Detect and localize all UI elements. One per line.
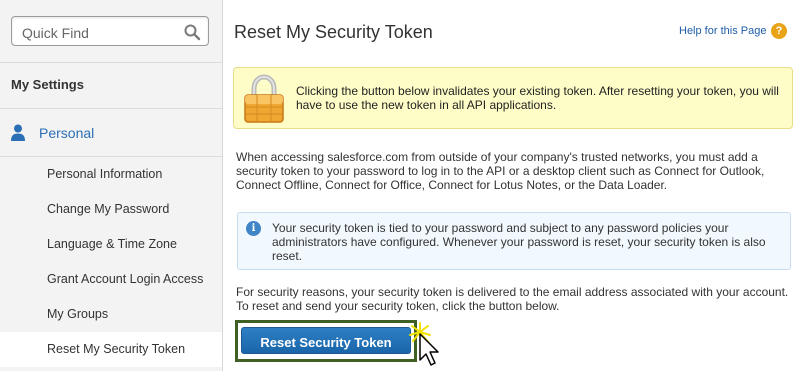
search-icon[interactable]: [183, 23, 201, 41]
button-highlight: Reset Security Token: [235, 320, 417, 362]
cursor-click-icon: [409, 322, 439, 366]
divider: [0, 108, 222, 109]
my-settings-heading: My Settings: [11, 77, 84, 92]
warning-message: Clicking the button below invalidates yo…: [233, 67, 793, 129]
sidebar-item-grant-account-login-access[interactable]: Grant Account Login Access: [0, 262, 222, 297]
person-icon: [11, 124, 25, 141]
reset-security-token-button[interactable]: Reset Security Token: [241, 327, 411, 354]
info-icon: i: [246, 221, 261, 236]
sidebar-item-personal-information[interactable]: Personal Information: [0, 157, 222, 192]
sidebar-item-my-groups[interactable]: My Groups: [0, 297, 222, 332]
lock-icon: [244, 74, 284, 123]
sidebar-item-personal[interactable]: Personal: [0, 110, 222, 156]
quick-find-box[interactable]: [11, 16, 209, 46]
sidebar-item-personal-label: Personal: [39, 125, 95, 141]
help-link[interactable]: Help for this Page: [679, 25, 766, 37]
security-token-description: When accessing salesforce.com from outsi…: [236, 150, 765, 192]
quick-find-input[interactable]: [20, 23, 184, 43]
sidebar-item-language-time-zone[interactable]: Language & Time Zone: [0, 227, 222, 262]
sidebar-item-change-my-password[interactable]: Change My Password: [0, 192, 222, 227]
help-icon[interactable]: ?: [771, 23, 787, 39]
personal-subnav: Personal Information Change My Password …: [0, 157, 222, 367]
info-message: i Your security token is tied to your pa…: [237, 212, 791, 270]
sidebar-item-reset-my-security-token[interactable]: Reset My Security Token: [0, 332, 222, 367]
reset-instructions: For security reasons, your security toke…: [236, 285, 789, 313]
page-title: Reset My Security Token: [234, 22, 433, 42]
sidebar: My Settings Personal Personal Informatio…: [0, 0, 223, 371]
warning-text: Clicking the button below invalidates yo…: [296, 84, 779, 112]
main-content: Reset My Security Token Help for this Pa…: [223, 0, 805, 371]
divider: [0, 62, 222, 63]
info-text: Your security token is tied to your pass…: [272, 221, 766, 263]
